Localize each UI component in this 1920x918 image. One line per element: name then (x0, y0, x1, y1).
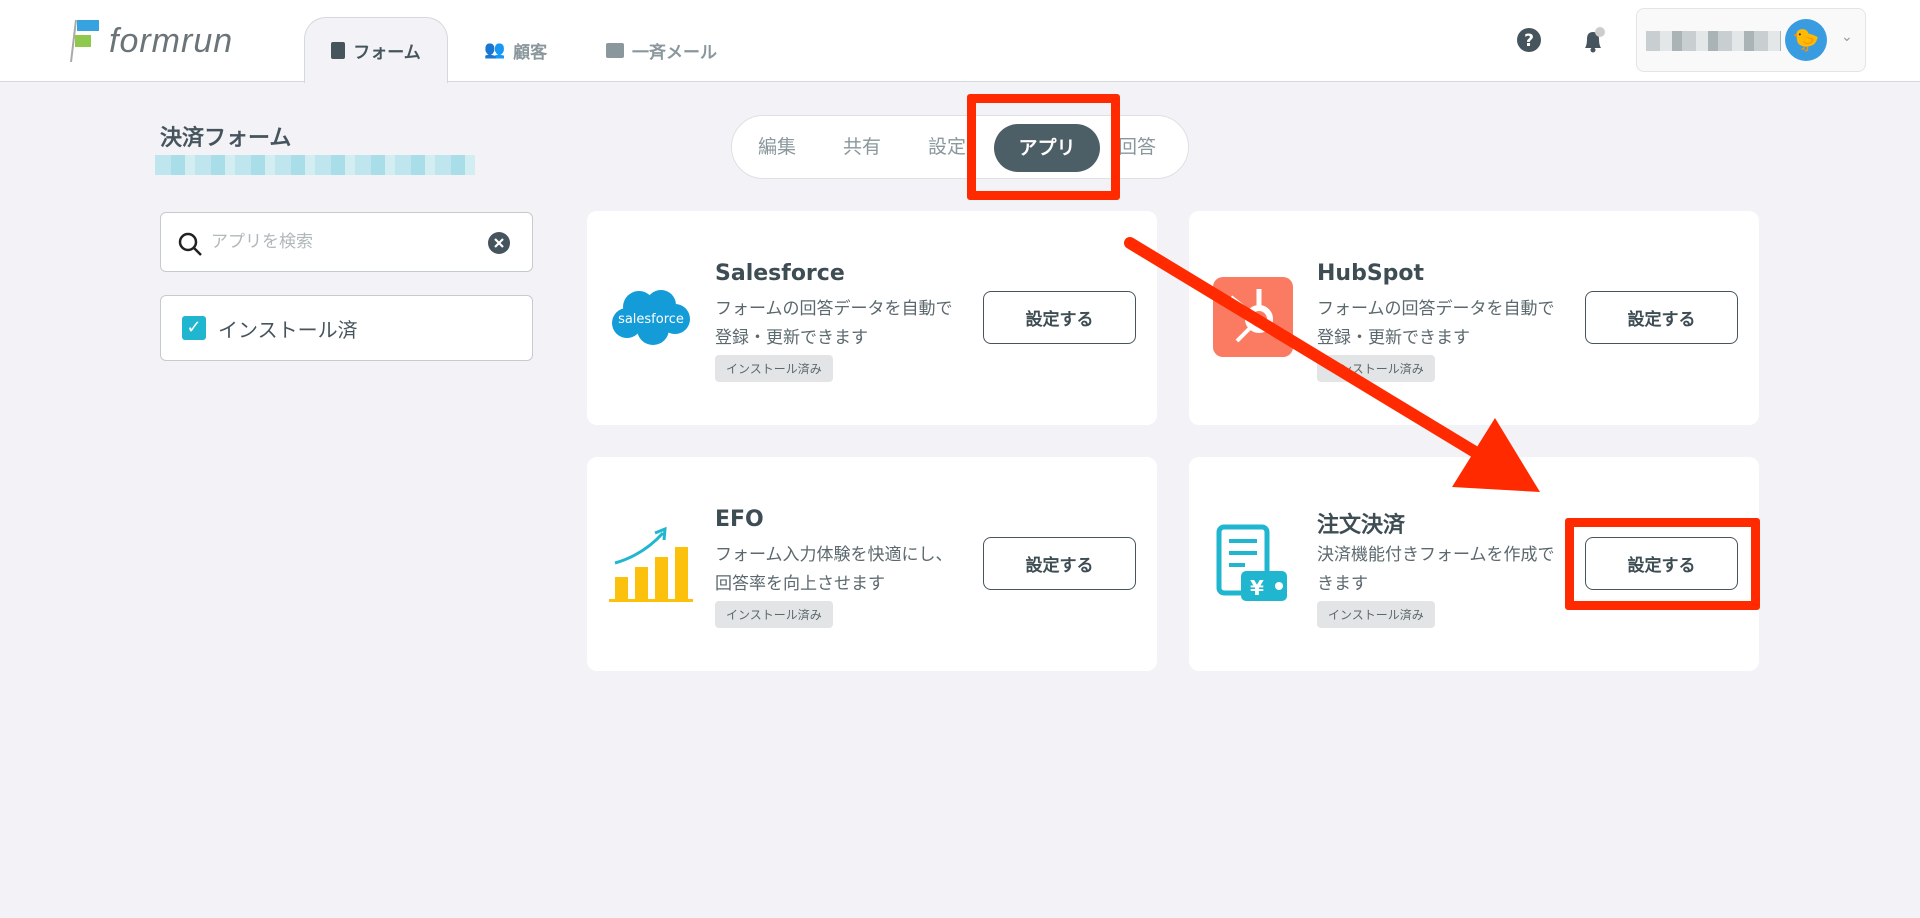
annotation-arrow-icon (1124, 237, 1540, 492)
